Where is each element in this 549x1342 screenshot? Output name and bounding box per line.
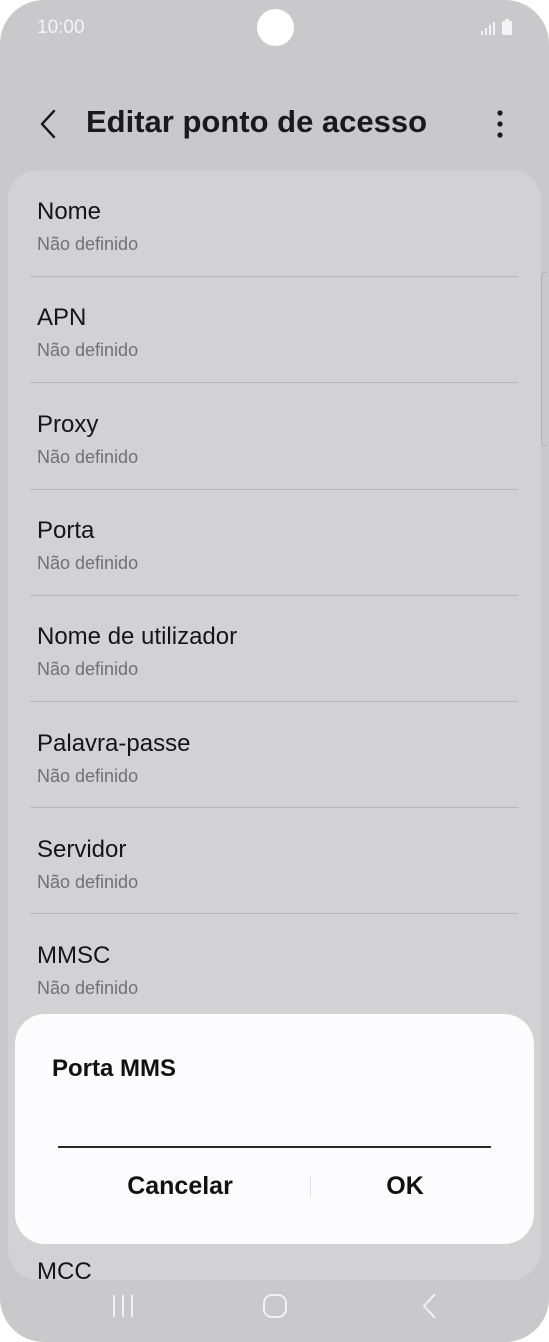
home-icon (263, 1294, 287, 1318)
setting-item-value: Não definido (37, 659, 139, 679)
recents-icon (113, 1295, 133, 1317)
ok-button[interactable]: OK (310, 1164, 500, 1208)
setting-item-title: Palavra-passe (37, 730, 191, 757)
chevron-left-icon (40, 109, 56, 139)
setting-item-value: Não definido (37, 447, 139, 467)
divider (30, 595, 518, 596)
battery-icon (502, 19, 512, 35)
status-time: 10:00 (37, 17, 85, 38)
dialog-title: Porta MMS (52, 1055, 177, 1082)
setting-item-value: Não definido (37, 766, 139, 786)
nav-back-button[interactable] (410, 1288, 450, 1324)
back-icon (422, 1293, 436, 1319)
setting-item-value: Não definido (37, 234, 139, 254)
setting-item-value: Não definido (37, 340, 139, 360)
back-button[interactable] (30, 106, 66, 142)
signal-icon (481, 22, 495, 35)
setting-item-value: Não definido (37, 978, 139, 998)
divider (30, 913, 518, 914)
setting-item-title: Servidor (37, 836, 127, 863)
setting-item-title: APN (37, 304, 87, 331)
setting-item-apn[interactable]: APN Não definido (37, 280, 518, 386)
app-bar: Editar ponto de acesso (0, 90, 549, 160)
porta-mms-dialog: Porta MMS Cancelar OK (15, 1014, 534, 1244)
cancel-button[interactable]: Cancelar (75, 1164, 285, 1208)
home-button[interactable] (255, 1288, 295, 1324)
divider (30, 807, 518, 808)
front-camera (257, 9, 294, 46)
setting-item-nome[interactable]: Nome Não definido (37, 174, 518, 280)
setting-item-porta[interactable]: Porta Não definido (37, 493, 518, 599)
setting-item-title: Nome de utilizador (37, 623, 238, 650)
setting-item-palavra-passe[interactable]: Palavra-passe Não definido (37, 706, 518, 812)
more-options-button[interactable] (482, 106, 518, 142)
status-bar: 10:00 (0, 0, 549, 60)
setting-item-title: Porta (37, 517, 95, 544)
setting-item-mmsc[interactable]: MMSC Não definido (37, 918, 518, 1024)
setting-item-title: MMSC (37, 942, 111, 969)
setting-item-proxy[interactable]: Proxy Não definido (37, 387, 518, 493)
setting-item-servidor[interactable]: Servidor Não definido (37, 812, 518, 918)
setting-item-value: Não definido (37, 553, 139, 573)
navigation-bar (0, 1270, 549, 1342)
divider (30, 382, 518, 383)
setting-item-title: Proxy (37, 411, 99, 438)
setting-item-title: Nome (37, 198, 102, 225)
setting-item-value: Não definido (37, 872, 139, 892)
recents-button[interactable] (103, 1288, 143, 1324)
porta-mms-input[interactable] (58, 1104, 491, 1148)
phone-screen: 10:00 Editar ponto de acesso Nome Não de… (0, 0, 549, 1342)
page-title: Editar ponto de acesso (86, 104, 428, 139)
scrollbar[interactable] (541, 272, 546, 446)
more-vertical-icon (497, 110, 503, 138)
divider (30, 701, 518, 702)
divider (30, 489, 518, 490)
divider (30, 276, 518, 277)
setting-item-nome-de-utilizador[interactable]: Nome de utilizador Não definido (37, 599, 518, 705)
